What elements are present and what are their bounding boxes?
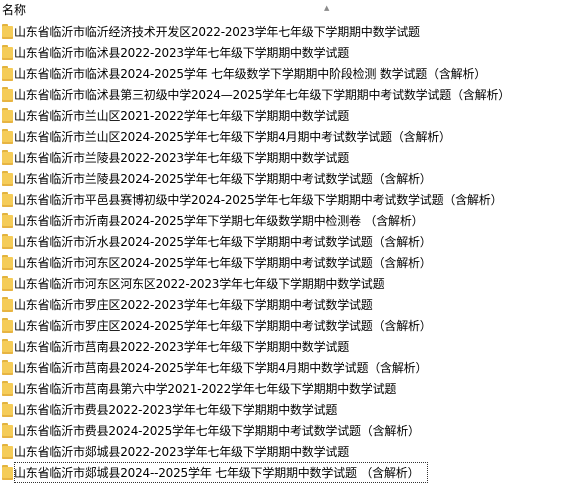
folder-icon [2,108,13,123]
folder-icon [2,129,13,144]
folder-icon [2,150,13,165]
sort-ascending-icon: ▲ [324,4,330,12]
list-item[interactable]: 山东省临沂市费县2024-2025学年七年级下学期期中考试数学试题（含解析） [0,420,566,441]
file-name: 山东省临沂市临沭县2024-2025学年 七年级数学下学期期中阶段检测 数学试题… [14,67,487,81]
list-item[interactable]: 山东省临沂市沂南县2024-2025学年下学期七年级数学期中检测卷 （含解析） [0,210,566,231]
name-column-header[interactable]: 名称 [2,0,26,20]
file-name: 山东省临沂市兰陵县2022-2023学年七年级下学期期中数学试题 [14,151,350,165]
file-name: 山东省临沂市罗庄区2022-2023学年七年级下学期期中考试数学试题 [14,298,373,312]
list-item[interactable]: 山东省临沂市罗庄区2024-2025学年七年级下学期期中考试数学试题（含解析） [0,315,566,336]
list-item[interactable]: 山东省临沂市罗庄区2022-2023学年七年级下学期期中考试数学试题 [0,294,566,315]
folder-icon [2,45,13,60]
list-item[interactable]: 山东省临沂市河东区河东区2022-2023学年七年级下学期期中数学试题 [0,273,566,294]
folder-icon [2,255,13,270]
file-name: 山东省临沂市费县2022-2023学年七年级下学期期中数学试题 [14,403,338,417]
file-name: 山东省临沂市沂水县2024-2025学年七年级下学期期中考试数学试题（含解析） [14,235,432,249]
list-item[interactable]: 山东省临沂市临沂经济技术开发区2022-2023学年七年级下学期期中数学试题 [0,21,566,42]
list-item[interactable]: 山东省临沂市莒南县2022-2023学年七年级下学期期中数学试题 [0,336,566,357]
file-name: 山东省临沂市平邑县赛博初级中学2024-2025学年七年级下学期期中考试数学试题… [14,193,503,207]
file-name: 山东省临沂市兰陵县2024-2025学年七年级下学期期中考试数学试题（含解析） [14,172,432,186]
list-item[interactable]: 山东省临沂市兰陵县2024-2025学年七年级下学期期中考试数学试题（含解析） [0,168,566,189]
list-item[interactable]: 山东省临沂市兰山区2024-2025学年七年级下学期4月期中考试数学试题（含解析… [0,126,566,147]
file-name: 山东省临沂市罗庄区2024-2025学年七年级下学期期中考试数学试题（含解析） [14,319,432,333]
file-name: 山东省临沂市莒南县2024-2025学年七年级下学期4月期中数学试题（含解析） [14,361,428,375]
folder-icon [2,192,13,207]
file-name: 山东省临沂市临沂经济技术开发区2022-2023学年七年级下学期期中数学试题 [14,25,420,39]
column-header: 名称 ▲ [0,0,566,20]
folder-icon [2,297,13,312]
list-item[interactable]: 山东省临沂市平邑县赛博初级中学2024-2025学年七年级下学期期中考试数学试题… [0,189,566,210]
folder-icon [2,213,13,228]
file-name: 山东省临沂市河东区河东区2022-2023学年七年级下学期期中数学试题 [14,277,385,291]
list-item[interactable]: 山东省临沂市沂水县2024-2025学年七年级下学期期中考试数学试题（含解析） [0,231,566,252]
folder-icon [2,402,13,417]
file-name: 山东省临沂市莒南县第六中学2021-2022学年七年级下学期期中数学试题 [14,382,397,396]
folder-icon [2,381,13,396]
file-name: 山东省临沂市河东区2024-2025学年七年级下学期期中考试数学试题（含解析） [14,256,432,270]
file-name: 山东省临沂市郯城县2022-2023学年七年级下学期期中数学试题 [14,445,350,459]
file-name: 山东省临沂市沂南县2024-2025学年下学期七年级数学期中检测卷 （含解析） [14,214,424,228]
list-item[interactable]: 山东省临沂市郯城县2022-2023学年七年级下学期期中数学试题 [0,441,566,462]
list-item-focused[interactable]: 山东省临沂市郯城县2024--2025学年 七年级下学期期中数学试题 （含解析） [0,462,566,483]
folder-icon [2,24,13,39]
file-name: 山东省临沂市临沭县第三初级中学2024—2025学年七年级下学期期中考试数学试题… [14,88,511,102]
list-item[interactable]: 山东省临沂市兰山区2021-2022学年七年级下学期期中数学试题 [0,105,566,126]
file-name: 山东省临沂市费县2024-2025学年七年级下学期期中考试数学试题（含解析） [14,424,420,438]
list-item[interactable]: 山东省临沂市莒南县第六中学2021-2022学年七年级下学期期中数学试题 [0,378,566,399]
folder-icon [2,318,13,333]
list-item[interactable]: 山东省临沂市兰陵县2022-2023学年七年级下学期期中数学试题 [0,147,566,168]
folder-icon [2,234,13,249]
file-name: 山东省临沂市兰山区2024-2025学年七年级下学期4月期中考试数学试题（含解析… [14,130,451,144]
file-name: 山东省临沂市郯城县2024--2025学年 七年级下学期期中数学试题 （含解析） [14,466,420,480]
folder-icon [2,465,13,480]
list-item[interactable]: 山东省临沂市临沭县2022-2023学年七年级下学期期中数学试题 [0,42,566,63]
folder-icon [2,444,13,459]
list-item[interactable]: 山东省临沂市河东区2024-2025学年七年级下学期期中考试数学试题（含解析） [0,252,566,273]
list-item[interactable]: 山东省临沂市莒南县2024-2025学年七年级下学期4月期中数学试题（含解析） [0,357,566,378]
folder-icon [2,171,13,186]
list-item[interactable]: 山东省临沂市临沭县2024-2025学年 七年级数学下学期期中阶段检测 数学试题… [0,63,566,84]
file-name: 山东省临沂市莒南县2022-2023学年七年级下学期期中数学试题 [14,340,350,354]
file-name: 山东省临沂市临沭县2022-2023学年七年级下学期期中数学试题 [14,46,350,60]
list-item[interactable]: 山东省临沂市临沭县第三初级中学2024—2025学年七年级下学期期中考试数学试题… [0,84,566,105]
folder-icon [2,276,13,291]
folder-icon [2,360,13,375]
folder-icon [2,87,13,102]
folder-icon [2,423,13,438]
file-list: 山东省临沂市临沂经济技术开发区2022-2023学年七年级下学期期中数学试题 山… [0,21,566,483]
folder-icon [2,66,13,81]
list-item[interactable]: 山东省临沂市费县2022-2023学年七年级下学期期中数学试题 [0,399,566,420]
file-name: 山东省临沂市兰山区2021-2022学年七年级下学期期中数学试题 [14,109,350,123]
folder-icon [2,339,13,354]
